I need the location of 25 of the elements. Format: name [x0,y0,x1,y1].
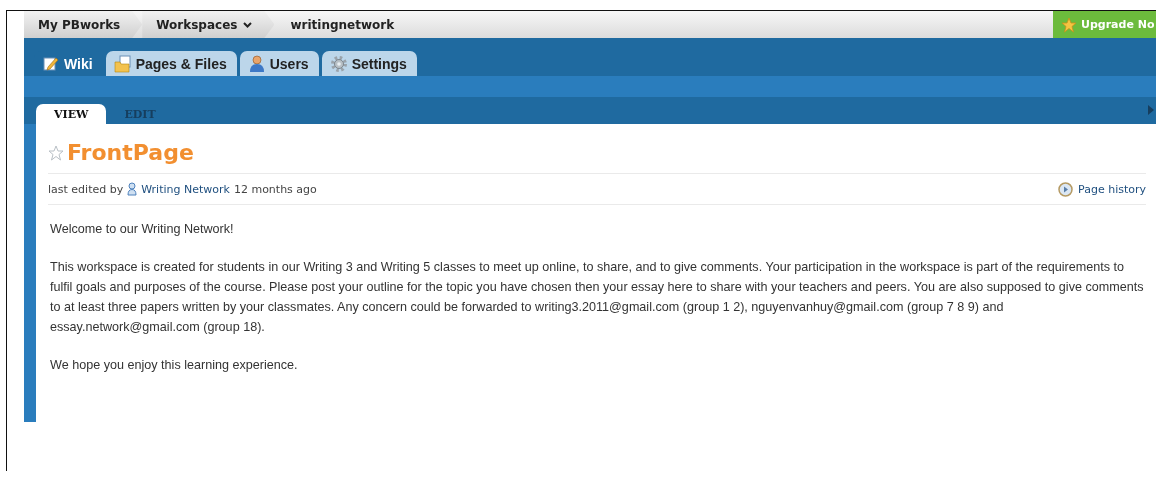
page-history-link[interactable]: Page history [1058,181,1146,197]
arrow-right-icon [1148,105,1154,115]
person-icon [127,182,138,196]
nav-tab[interactable]: Pages & Files [105,51,237,76]
clock-icon [1058,181,1074,197]
edited-time: 12 months ago [233,182,317,196]
pencil-icon [42,54,60,73]
person-icon [247,54,266,73]
breadcrumb-link[interactable]: My PBworks [24,11,143,38]
view-tab[interactable]: VIEW [36,104,107,124]
paragraph: We hope you enjoy this learning experience. [50,357,299,374]
paragraph: Welcome to our Writing Network! [50,221,235,238]
page-title: FrontPage [67,140,194,165]
star-icon [1061,16,1077,33]
author-link[interactable]: Writing Network [141,182,230,196]
paragraph: This workspace is created for students in our Writing 3 and Writing 5 classes to meet up online, to share, and to give comments. Your participation in the workspace is part of the requirements to fulfil goals and purposes of the course. Please post your outline for the topic you have chosen then your essay here to share with your teachers and peers. You are also supposed to give comments to at least three papers written by your classmates. Any concern could be forwarded to writing3.2011@gmail.com (group 1 2), nguyenvanhuy@gmail.com (group 7 8 9) and essay.network@gmail.com (group 18). [50,259,1144,336]
gear-icon [329,54,348,73]
nav-tab[interactable]: Users [239,51,319,76]
caret-icon [243,21,253,28]
edited-label: last edited by [48,182,124,196]
nav-tab[interactable]: Settings [321,51,417,76]
folder-icon [113,54,132,73]
workspaces-menu[interactable]: Workspaces [142,11,275,38]
workspace-name: writingnetwork [289,16,396,34]
star-icon [48,144,64,161]
